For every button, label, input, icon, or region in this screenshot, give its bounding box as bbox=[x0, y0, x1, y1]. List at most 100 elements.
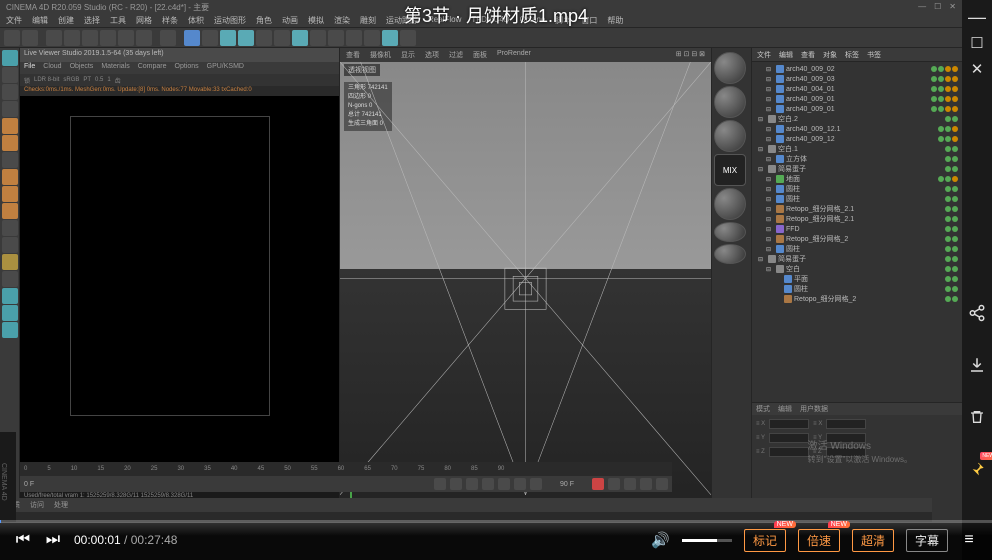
timeline-key-rot-icon[interactable] bbox=[640, 478, 652, 490]
visibility-dot[interactable] bbox=[952, 226, 958, 232]
delete-icon[interactable] bbox=[966, 406, 988, 428]
tree-row[interactable]: 圆柱 bbox=[754, 284, 960, 294]
menu-帮助[interactable]: 帮助 bbox=[607, 15, 623, 26]
visibility-dot[interactable] bbox=[938, 96, 944, 102]
share-icon[interactable] bbox=[966, 302, 988, 324]
objmgr-menu-对象[interactable]: 对象 bbox=[820, 50, 840, 59]
visibility-dot[interactable] bbox=[952, 136, 958, 142]
tree-row[interactable]: ⊟空白 bbox=[754, 264, 960, 274]
visibility-dot[interactable] bbox=[945, 286, 951, 292]
tool-edges-icon[interactable] bbox=[2, 186, 18, 202]
toolbar-gen-icon[interactable] bbox=[310, 30, 326, 46]
tool-live-select-icon[interactable] bbox=[2, 50, 18, 66]
timeline-start-frame[interactable]: 0 F bbox=[24, 481, 34, 488]
tool-xray-icon[interactable] bbox=[2, 271, 18, 287]
tool-picture-viewer-icon[interactable] bbox=[2, 322, 18, 338]
tool-workplane-icon[interactable] bbox=[2, 152, 18, 168]
coord-x-input[interactable] bbox=[769, 419, 809, 429]
menu-样条[interactable]: 样条 bbox=[162, 15, 178, 26]
visibility-dot[interactable] bbox=[952, 176, 958, 182]
visibility-dot[interactable] bbox=[931, 86, 937, 92]
vp-menu-查看[interactable]: 查看 bbox=[346, 50, 360, 60]
window-maximize-icon[interactable]: ☐ bbox=[934, 2, 941, 12]
visibility-dot[interactable] bbox=[945, 66, 951, 72]
menu-编辑[interactable]: 编辑 bbox=[32, 15, 48, 26]
visibility-dot[interactable] bbox=[952, 66, 958, 72]
visibility-dot[interactable] bbox=[945, 246, 951, 252]
objmgr-menu-标签[interactable]: 标签 bbox=[842, 50, 862, 59]
visibility-dot[interactable] bbox=[952, 166, 958, 172]
vp-menu-面板[interactable]: 面板 bbox=[473, 50, 487, 60]
attr-tab-编辑[interactable]: 编辑 bbox=[778, 404, 792, 414]
visibility-dot[interactable] bbox=[945, 186, 951, 192]
object-tree[interactable]: ⊟arch40_009_02⊟arch40_009_03⊟arch40_004_… bbox=[752, 62, 962, 402]
visibility-dot[interactable] bbox=[931, 66, 937, 72]
tree-row[interactable]: ⊟圆柱 bbox=[754, 184, 960, 194]
vp-menu-显示[interactable]: 显示 bbox=[401, 50, 415, 60]
speed-button[interactable]: 倍速 NEW bbox=[798, 529, 840, 552]
visibility-dot[interactable] bbox=[952, 246, 958, 252]
tree-row[interactable]: ⊟arch40_009_03 bbox=[754, 74, 960, 84]
tree-row[interactable]: ⊟Retopo_细分网格_2 bbox=[754, 234, 960, 244]
visibility-dot[interactable] bbox=[952, 266, 958, 272]
tree-row[interactable]: ⊟立方体 bbox=[754, 154, 960, 164]
tool-polys-icon[interactable] bbox=[2, 203, 18, 219]
toolbar-obj-icon[interactable] bbox=[82, 30, 98, 46]
visibility-dot[interactable] bbox=[945, 276, 951, 282]
menu-体积[interactable]: 体积 bbox=[188, 15, 204, 26]
timeline-ruler[interactable]: 051015202530354045505560657075808590 bbox=[20, 462, 672, 476]
tree-row[interactable]: 平面 bbox=[754, 274, 960, 284]
visibility-dot[interactable] bbox=[952, 256, 958, 262]
live-viewer-viewport[interactable] bbox=[20, 96, 339, 472]
tree-row[interactable]: ⊟arch40_009_12.1 bbox=[754, 124, 960, 134]
lv-setting[interactable]: 齿 bbox=[115, 76, 121, 85]
menu-运动图形[interactable]: 运动图形 bbox=[214, 15, 246, 26]
material-ball-5[interactable] bbox=[714, 222, 746, 242]
objmgr-menu-查看[interactable]: 查看 bbox=[798, 50, 818, 59]
coord-y-input[interactable] bbox=[769, 433, 809, 443]
tool-render-settings-icon[interactable] bbox=[2, 305, 18, 321]
visibility-dot[interactable] bbox=[945, 256, 951, 262]
menu-文件[interactable]: 文件 bbox=[6, 15, 22, 26]
toolbar-rot-icon[interactable] bbox=[136, 30, 152, 46]
visibility-dot[interactable] bbox=[945, 196, 951, 202]
visibility-dot[interactable] bbox=[938, 106, 944, 112]
lv-setting[interactable]: sRGB bbox=[63, 77, 79, 83]
visibility-dot[interactable] bbox=[952, 296, 958, 302]
timeline-prev-key-icon[interactable] bbox=[450, 478, 462, 490]
pin-icon[interactable] bbox=[966, 458, 988, 480]
vp-menu-ProRender[interactable]: ProRender bbox=[497, 50, 531, 60]
prev-button[interactable]: ⏮ bbox=[14, 531, 32, 549]
lv-tab-objects[interactable]: Objects bbox=[70, 63, 94, 73]
visibility-dot[interactable] bbox=[931, 106, 937, 112]
toolbar-sky-icon[interactable] bbox=[400, 30, 416, 46]
material-ball-3[interactable] bbox=[714, 120, 746, 152]
toolbar-undo-icon[interactable] bbox=[4, 30, 20, 46]
timeline-prev-frame-icon[interactable] bbox=[466, 478, 478, 490]
visibility-dot[interactable] bbox=[945, 266, 951, 272]
tool-rotate-icon[interactable] bbox=[2, 84, 18, 100]
visibility-dot[interactable] bbox=[952, 116, 958, 122]
toolbar-rect-icon[interactable] bbox=[160, 30, 176, 46]
menu-创建[interactable]: 创建 bbox=[58, 15, 74, 26]
tree-row[interactable]: ⊟圆柱 bbox=[754, 244, 960, 254]
timeline-record-icon[interactable] bbox=[592, 478, 604, 490]
visibility-dot[interactable] bbox=[952, 146, 958, 152]
toolbar-cyan-icon[interactable] bbox=[382, 30, 398, 46]
vp-menu-摄像机[interactable]: 摄像机 bbox=[370, 50, 391, 60]
visibility-dot[interactable] bbox=[952, 236, 958, 242]
toolbar-light-icon[interactable] bbox=[364, 30, 380, 46]
menu-选择[interactable]: 选择 bbox=[84, 15, 100, 26]
visibility-dot[interactable] bbox=[945, 216, 951, 222]
visibility-dot[interactable] bbox=[945, 136, 951, 142]
download-icon[interactable] bbox=[966, 354, 988, 376]
player-maximize-icon[interactable]: ☐ bbox=[966, 32, 988, 54]
tool-snap-icon[interactable] bbox=[2, 237, 18, 253]
player-close-icon[interactable]: ✕ bbox=[966, 58, 988, 80]
visibility-dot[interactable] bbox=[952, 86, 958, 92]
toolbar-cam-icon[interactable] bbox=[346, 30, 362, 46]
visibility-dot[interactable] bbox=[938, 126, 944, 132]
timeline-play-icon[interactable] bbox=[482, 478, 494, 490]
visibility-dot[interactable] bbox=[945, 96, 951, 102]
timeline-next-key-icon[interactable] bbox=[514, 478, 526, 490]
